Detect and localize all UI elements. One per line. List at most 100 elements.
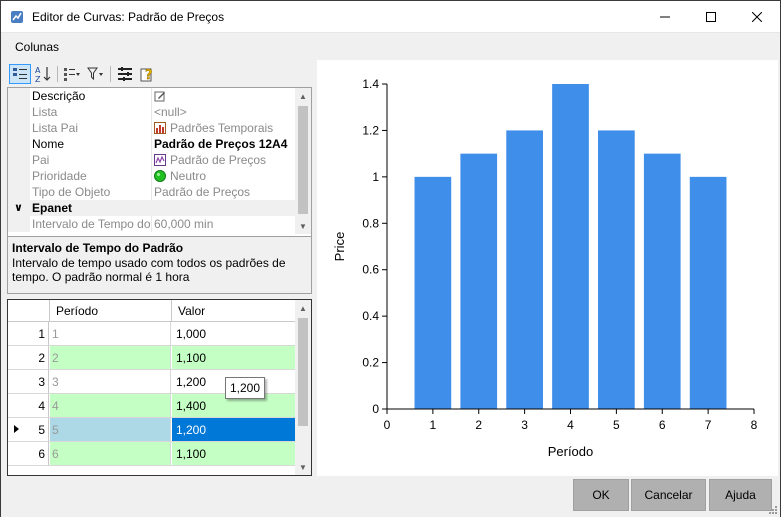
property-row-tipo-objeto[interactable]: Tipo de Objeto Padrão de Preços xyxy=(8,184,297,200)
chart-panel: 0 1 2 3 4 5 6 7 8 0 0.2 0.4 0.6 0.8 1 1.2 1.4 Período Pric… xyxy=(317,60,778,476)
expand-button[interactable] xyxy=(61,64,83,84)
y-tick-label: 0.2 xyxy=(362,356,379,370)
x-tick-label: 4 xyxy=(567,418,574,432)
cancel-button[interactable]: Cancelar xyxy=(631,479,706,511)
pattern-bar-chart: 0 1 2 3 4 5 6 7 8 0 0.2 0.4 0.6 0.8 1 1.2 1.4 Período Pric… xyxy=(332,77,758,459)
cell-period[interactable]: 3 xyxy=(50,370,171,393)
close-button[interactable] xyxy=(734,1,780,33)
property-value[interactable] xyxy=(154,88,297,104)
scroll-down-icon[interactable]: ▼ xyxy=(295,218,311,234)
cell-value[interactable]: 1,200 xyxy=(172,418,296,441)
cell-value[interactable]: 1,100 xyxy=(172,442,296,465)
cell-period[interactable]: 6 xyxy=(50,442,171,465)
row-header[interactable]: 5 xyxy=(8,418,49,441)
table-row[interactable]: 1 1 1,000 xyxy=(8,322,296,346)
property-row-pai[interactable]: Pai Padrão de Preços xyxy=(8,152,297,168)
property-value[interactable]: 60,000 min xyxy=(154,216,297,232)
resize-grip-icon[interactable] xyxy=(768,505,778,515)
cell-tooltip: 1,200 xyxy=(225,377,265,399)
grid-scrollbar[interactable]: ▲ ▼ xyxy=(295,300,311,475)
property-row-prioridade[interactable]: Prioridade Neutro xyxy=(8,168,297,184)
property-category-epanet[interactable]: ∨ Epanet xyxy=(8,200,297,216)
bar xyxy=(414,176,452,409)
cell-text: 4 xyxy=(52,399,59,413)
property-row-nome[interactable]: Nome Padrão de Preços 12A4 xyxy=(8,136,297,152)
sort-alpha-button[interactable]: A Z xyxy=(32,64,54,84)
y-tick-label: 1 xyxy=(372,170,379,184)
cell-value[interactable]: 1,000 xyxy=(172,322,296,345)
cell-text: 1,100 xyxy=(176,447,207,461)
table-row[interactable]: 2 2 1,100 xyxy=(8,346,296,370)
x-tick-label: 7 xyxy=(705,418,712,432)
close-icon xyxy=(752,12,762,22)
property-name: Tipo de Objeto xyxy=(32,185,111,199)
property-name: Pai xyxy=(32,153,50,167)
table-row[interactable]: 6 6 1,100 xyxy=(8,442,296,466)
property-row-intervalo[interactable]: Intervalo de Tempo do P 60,000 min xyxy=(8,216,297,232)
categorized-button[interactable] xyxy=(9,64,31,84)
table-row[interactable]: 5 5 1,200 xyxy=(8,418,296,442)
cell-text: 1,100 xyxy=(176,351,207,365)
property-row-descricao[interactable]: Descrição xyxy=(8,88,297,104)
scroll-up-icon[interactable]: ▲ xyxy=(295,88,311,104)
properties-button[interactable] xyxy=(114,64,136,84)
cell-text: 2 xyxy=(52,351,59,365)
cell-period[interactable]: 5 xyxy=(50,418,171,441)
row-header[interactable]: 4 xyxy=(8,394,49,417)
row-number: 6 xyxy=(38,447,45,461)
filter-button[interactable] xyxy=(85,64,107,84)
cell-period[interactable]: 2 xyxy=(50,346,171,369)
row-number: 3 xyxy=(38,375,45,389)
property-row-lista[interactable]: Lista <null> xyxy=(8,104,297,120)
row-header[interactable]: 1 xyxy=(8,322,49,345)
cell-period[interactable]: 4 xyxy=(50,394,171,417)
menu-colunas[interactable]: Colunas xyxy=(15,40,59,54)
scroll-down-icon[interactable]: ▼ xyxy=(295,459,311,475)
property-value: Padrões Temporais xyxy=(154,120,297,136)
help-dialog-button[interactable]: Ajuda xyxy=(709,479,772,511)
help-button[interactable]: ? xyxy=(137,64,159,84)
property-name: Lista Pai xyxy=(32,121,79,135)
pattern-data-grid: Período Valor 1 1 1,000 2 2 1,100 3 3 1,200 4 4 1,4… xyxy=(7,299,312,476)
row-header[interactable]: 6 xyxy=(8,442,49,465)
scroll-up-icon[interactable]: ▲ xyxy=(295,300,311,316)
maximize-button[interactable] xyxy=(688,1,734,33)
cell-text: 1,400 xyxy=(176,399,207,413)
cell-text: 1 xyxy=(52,327,59,341)
cell-value[interactable]: 1,100 xyxy=(172,346,296,369)
scroll-thumb[interactable] xyxy=(298,318,308,426)
property-value: Neutro xyxy=(154,168,297,184)
y-tick-label: 0.4 xyxy=(362,309,379,323)
y-tick-label: 0.8 xyxy=(362,216,379,230)
filter-icon xyxy=(87,67,103,81)
column-header-periodo[interactable]: Período xyxy=(56,304,98,318)
cell-period[interactable]: 1 xyxy=(50,322,171,345)
property-name: Prioridade xyxy=(32,169,87,183)
property-value[interactable]: Padrão de Preços 12A4 xyxy=(154,136,297,152)
property-name: Lista xyxy=(32,105,58,119)
column-header-valor[interactable]: Valor xyxy=(178,304,205,318)
chevron-down-icon[interactable]: ∨ xyxy=(14,201,23,214)
property-row-lista-pai[interactable]: Lista Pai Padrões Temporais xyxy=(8,120,297,136)
ok-button[interactable]: OK xyxy=(573,479,629,511)
current-row-icon xyxy=(14,425,19,433)
minimize-button[interactable] xyxy=(642,1,688,33)
curve-editor-window: Editor de Curvas: Padrão de Preços Colun… xyxy=(0,0,781,517)
row-number: 5 xyxy=(38,423,45,437)
svg-text:A: A xyxy=(35,66,41,75)
row-header[interactable]: 3 xyxy=(8,370,49,393)
x-tick-label: 2 xyxy=(475,418,482,432)
property-scrollbar[interactable]: ▲ ▼ xyxy=(295,88,311,234)
menu-bar: Colunas xyxy=(1,34,780,59)
row-header[interactable]: 2 xyxy=(8,346,49,369)
cell-text: 1,200 xyxy=(176,423,207,437)
scroll-thumb[interactable] xyxy=(298,106,308,214)
x-tick-label: 3 xyxy=(521,418,528,432)
y-tick-label: 1.2 xyxy=(362,123,379,137)
maximize-icon xyxy=(706,12,716,22)
property-value: Padrão de Preços xyxy=(154,152,297,168)
row-number: 2 xyxy=(38,351,45,365)
bar xyxy=(460,153,498,409)
title-bar: Editor de Curvas: Padrão de Preços xyxy=(1,1,780,33)
expand-icon xyxy=(64,68,80,81)
